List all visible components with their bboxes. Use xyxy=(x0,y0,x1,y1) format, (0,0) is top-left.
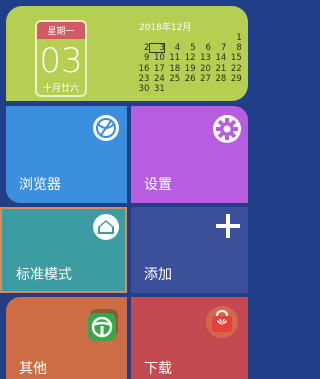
calendar-day: 10 xyxy=(153,53,165,64)
calendar-week-row: 9 10 11 12 13 14 15 xyxy=(134,53,242,63)
tile-other[interactable]: 其他 xyxy=(6,297,127,379)
home-icon xyxy=(92,213,120,245)
calendar-day: 13 xyxy=(200,53,211,64)
tile-download[interactable]: 下载 xyxy=(131,297,248,379)
calendar-day: 24 xyxy=(153,73,165,84)
tile-label: 标准模式 xyxy=(16,267,72,283)
calendar-day: 23 xyxy=(138,73,150,84)
calendar-day: 9 xyxy=(143,53,150,64)
gear-icon xyxy=(212,114,242,148)
tile-label: 设置 xyxy=(144,177,172,193)
tile-settings[interactable]: 设置 xyxy=(131,106,248,203)
calendar-day xyxy=(165,33,180,43)
calendar-week-row: 16 17 18 19 20 21 22 xyxy=(134,64,242,74)
calendar-day xyxy=(180,33,195,43)
tile-browser[interactable]: 浏览器 xyxy=(6,106,127,203)
calendar-widget[interactable]: 星期一 03 十月廿六 2018年12月 1 2 3 4 5 6 7 8 9 10 11 12 13 14… xyxy=(6,6,248,101)
calendar-day: 2 xyxy=(143,43,150,54)
calendar-week-row: 1 xyxy=(134,33,242,43)
calendar-day: 11 xyxy=(169,53,181,64)
day-number: 03 xyxy=(39,41,83,81)
calendar-day xyxy=(149,33,164,43)
calendar-day: 29 xyxy=(230,73,242,84)
calendar-day: 14 xyxy=(215,53,227,64)
calendar-day xyxy=(196,84,211,94)
mini-calendar: 1 2 3 4 5 6 7 8 9 10 11 12 13 14 15 16 17 18 19 20 21 22 23 24 2… xyxy=(134,33,242,94)
calendar-day: 28 xyxy=(215,73,227,84)
browser-globe-icon xyxy=(92,114,120,146)
calendar-day-today: 3 xyxy=(149,43,165,54)
steering-wheel-icon xyxy=(86,307,122,347)
calendar-day xyxy=(226,84,241,94)
calendar-day: 7 xyxy=(220,43,227,54)
month-title: 2018年12月 xyxy=(139,23,192,33)
calendar-day: 19 xyxy=(184,63,196,74)
calendar-day xyxy=(211,84,226,94)
calendar-day: 8 xyxy=(236,43,242,54)
calendar-day: 25 xyxy=(169,73,181,84)
calendar-week-row: 2345678 xyxy=(134,43,242,54)
tile-label: 添加 xyxy=(144,267,172,283)
tile-standard-mode[interactable]: 标准模式 xyxy=(0,207,127,293)
calendar-day: 4 xyxy=(174,43,181,54)
calendar-day: 17 xyxy=(153,63,165,74)
calendar-day: 18 xyxy=(169,63,181,74)
calendar-day xyxy=(180,84,195,94)
calendar-week-row: 23 24 25 26 27 28 29 xyxy=(134,74,242,84)
calendar-day: 31 xyxy=(153,83,165,94)
calendar-day: 6 xyxy=(205,43,211,54)
calendar-day: 1 xyxy=(236,33,242,43)
lunar-date: 十月廿六 xyxy=(42,84,79,94)
calendar-day: 30 xyxy=(138,83,150,94)
calendar-day xyxy=(165,84,180,94)
plus-icon xyxy=(213,211,243,245)
tile-label: 下载 xyxy=(144,361,172,377)
calendar-day: 26 xyxy=(184,73,196,84)
calendar-day: 22 xyxy=(230,63,242,74)
launcher-screen: 星期一 03 十月廿六 2018年12月 1 2 3 4 5 6 7 8 9 10 11 12 13 14… xyxy=(0,0,260,379)
calendar-week-row: 30 31 xyxy=(134,84,242,94)
calendar-day: 5 xyxy=(190,43,196,54)
calendar-day xyxy=(211,33,226,43)
calendar-day: 20 xyxy=(200,63,211,74)
tile-add[interactable]: 添加 xyxy=(131,207,248,293)
calendar-day: 16 xyxy=(138,63,150,74)
date-card: 星期一 03 十月廿六 xyxy=(35,20,87,97)
calendar-day: 12 xyxy=(184,53,196,64)
calendar-day xyxy=(134,33,149,43)
tile-label: 浏览器 xyxy=(19,177,61,193)
calendar-day: 15 xyxy=(230,53,242,64)
weekday-label: 星期一 xyxy=(37,22,85,39)
tile-label: 其他 xyxy=(19,361,47,377)
huawei-store-icon xyxy=(205,305,239,343)
calendar-day: 21 xyxy=(215,63,227,74)
calendar-day xyxy=(196,33,211,43)
calendar-day: 27 xyxy=(200,73,211,84)
